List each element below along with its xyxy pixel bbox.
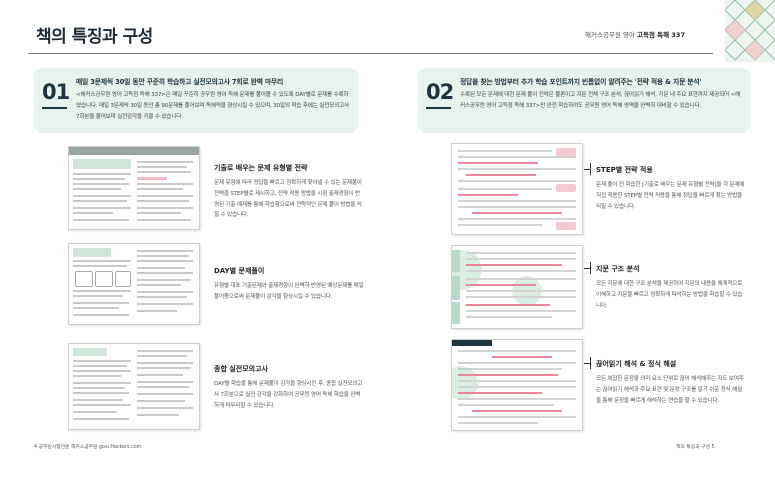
intro-body: <해커스공무원 영어 고득점 독해 337>은 매일 꾸준히 공무원 영어 독해… [76,92,349,120]
callout-pointer [590,262,591,274]
intro-title: 매일 3문제씩 30일 동안 꾸준히 학습하고 실전모의고사 7회로 완벽 마무… [76,78,284,86]
page-thumbnail-strategy [68,146,200,230]
section-number: 01 [42,80,70,104]
page-thumbnail-day [68,243,200,325]
page-thumbnail-structure [451,245,583,329]
callout-pointer [590,357,591,369]
feature-title: 종합 실전모의고사 [214,365,268,373]
book-subtitle-prefix: 해커스공무원 영어 [585,31,637,39]
section-number-underline [426,107,451,109]
section-number: 02 [426,80,454,104]
callout-pointer-tick [584,363,590,364]
feature-description: 모든 지문에 대한 구조 분석을 제공하여 지문의 내용을 체계적으로 이해하고… [596,281,743,309]
feature-title: STEP별 전략 적용 [596,166,653,174]
feature-description: 모든 복잡한 문장을 의미 요소 단위로 끊어 해석해주는 지도 보여주는 끊어… [596,376,744,404]
page-title: 책의 특징과 구성 [36,27,153,47]
page-thumbnail-step-strategy [451,143,583,235]
book-subtitle-bold: 고득점 독해 337 [636,31,685,39]
intro-box-1: 01 매일 3문제씩 30일 동안 꾸준히 학습하고 실전모의고사 7회로 완벽… [34,68,358,133]
thumbnail-header-bar [69,147,199,155]
feature-description: 문제 유형에 따라 정답을 빠르고 정확하게 찾아낼 수 있는 문제풀이 전략을… [214,180,362,219]
callout-pointer-tick [584,268,590,269]
feature-title: 기출로 배우는 문제 유형별 전략 [214,164,308,172]
book-subtitle: 해커스공무원 영어 고득점 독해 337 [585,29,685,39]
footer-left: 4 공무원시험전문 해커스공무원 gosi.Hackers.com [34,445,142,450]
intro-body: 수록된 모든 문제에 대한 문제 풀이 전략은 물론이고 지문 전체 구조 분석… [460,92,740,109]
feature-description: 유형별 대표 기출문제와 출제경향이 완벽히 반영된 예상문제를 매일 풀어봄으… [214,283,364,300]
callout-pointer [590,163,591,175]
intro-box-2: 02 정답을 찾는 방법부터 추가 학습 포인트까지 빈틈없이 알려주는 '전략… [418,68,750,133]
feature-title: DAY별 문제풀이 [214,267,265,275]
section-number-underline [42,107,67,109]
footer-right: 책의 특징과 구성 5 [676,445,715,450]
corner-pattern-decoration [725,0,775,62]
feature-title: 끊어읽기 해석 & 정식 해설 [596,360,677,368]
header-divider [28,53,713,54]
intro-title: 정답을 찾는 방법부터 추가 학습 포인트까지 빈틈없이 알려주는 '전략 적용… [460,78,702,86]
feature-description: DAY별 학습을 통해 문제풀이 감각을 향상시킨 후, 종합 실전모의고사 7… [214,381,363,409]
callout-pointer-tick [584,169,590,170]
page-thumbnail-translation [451,339,583,431]
feature-description: 문제 풀이 전 학습한 [기출로 배우는 문제 유형별 전략]을 각 문제에 직… [596,182,745,210]
page-thumbnail-mock-test [68,343,200,430]
feature-title: 지문 구조 분석 [596,265,640,273]
